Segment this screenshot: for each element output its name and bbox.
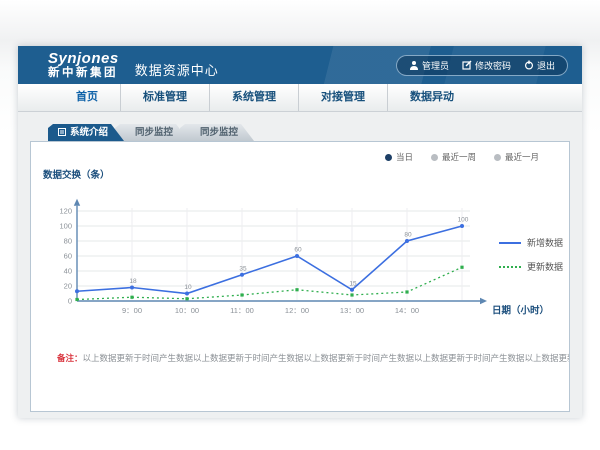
svg-text:10: 10 bbox=[184, 284, 192, 291]
nav-item-interface-mgmt[interactable]: 对接管理 bbox=[298, 84, 387, 111]
svg-text:60: 60 bbox=[64, 252, 72, 261]
radio-dot-icon bbox=[431, 154, 438, 161]
footnote: 备注：以上数据更新于时间产生数据以上数据更新于时间产生数据以上数据更新于时间产生… bbox=[31, 352, 569, 364]
svg-text:0: 0 bbox=[68, 297, 72, 306]
chart-legend: 新增数据 更新数据 bbox=[499, 236, 563, 273]
svg-text:80: 80 bbox=[64, 237, 72, 246]
legend-item-new-data[interactable]: 新增数据 bbox=[499, 236, 563, 249]
nav-item-system-mgmt[interactable]: 系统管理 bbox=[209, 84, 298, 111]
logo-text-en: Synjones bbox=[48, 51, 119, 66]
filter-last-week[interactable]: 最近一周 bbox=[431, 151, 476, 163]
tab-label: 系统介绍 bbox=[70, 127, 108, 138]
tab-sync-monitor-2[interactable]: 同步监控 bbox=[180, 124, 254, 141]
current-user-button[interactable]: 管理员 bbox=[409, 59, 449, 72]
nav-item-home[interactable]: 首页 bbox=[54, 84, 120, 111]
page-title: 数据资源中心 bbox=[135, 60, 219, 79]
nav-item-standard-mgmt[interactable]: 标准管理 bbox=[120, 84, 209, 111]
app-header: Synjones 新中新集团 数据资源中心 管理员 修改密码 退出 bbox=[18, 46, 582, 84]
main-nav: 首页 标准管理 系统管理 对接管理 数据异动 bbox=[18, 84, 582, 112]
filter-label: 最近一月 bbox=[505, 151, 539, 163]
svg-text:9：00: 9：00 bbox=[122, 306, 142, 315]
radio-dot-icon bbox=[385, 154, 392, 161]
content-area: 系统介绍 同步监控 同步监控 当日 最近一周 bbox=[18, 112, 582, 418]
filter-today[interactable]: 当日 bbox=[385, 151, 413, 163]
svg-text:15: 15 bbox=[349, 280, 357, 287]
svg-text:日期（小时）: 日期（小时） bbox=[492, 305, 549, 317]
change-password-button[interactable]: 修改密码 bbox=[462, 59, 511, 72]
power-icon bbox=[524, 60, 534, 70]
logout-button[interactable]: 退出 bbox=[524, 59, 555, 72]
line-swatch-icon bbox=[499, 242, 521, 244]
tab-label: 同步监控 bbox=[135, 127, 173, 138]
current-user-label: 管理员 bbox=[422, 59, 449, 72]
legend-item-update-data[interactable]: 更新数据 bbox=[499, 260, 563, 273]
legend-label: 新增数据 bbox=[527, 236, 563, 249]
tab-sync-monitor-1[interactable]: 同步监控 bbox=[115, 124, 189, 141]
dotted-line-swatch-icon bbox=[499, 266, 521, 268]
footnote-text: 以上数据更新于时间产生数据以上数据更新于时间产生数据以上数据更新于时间产生数据以… bbox=[83, 353, 569, 363]
exchange-line-chart: 0 20 40 60 80 100 120 9：00 10：00 11：00 12：00 13：00 1… bbox=[39, 165, 559, 337]
tab-label: 同步监控 bbox=[200, 127, 238, 138]
tab-system-intro[interactable]: 系统介绍 bbox=[48, 124, 124, 141]
filter-label: 当日 bbox=[396, 151, 413, 163]
svg-text:20: 20 bbox=[64, 282, 72, 291]
svg-text:80: 80 bbox=[404, 232, 412, 239]
chart-area: 0 20 40 60 80 100 120 9：00 10：00 11：00 12：00 13：00 1… bbox=[31, 165, 569, 342]
svg-text:60: 60 bbox=[294, 247, 302, 254]
svg-text:100: 100 bbox=[458, 217, 469, 224]
filter-last-month[interactable]: 最近一月 bbox=[494, 151, 539, 163]
svg-text:11：00: 11：00 bbox=[230, 306, 254, 315]
legend-label: 更新数据 bbox=[527, 260, 563, 273]
app-window: Synjones 新中新集团 数据资源中心 管理员 修改密码 退出 bbox=[18, 46, 582, 418]
svg-text:13：00: 13：00 bbox=[340, 306, 364, 315]
svg-text:100: 100 bbox=[59, 222, 72, 231]
user-icon bbox=[409, 60, 419, 70]
user-menu: 管理员 修改密码 退出 bbox=[396, 55, 568, 76]
document-icon bbox=[58, 128, 66, 136]
svg-text:10：00: 10：00 bbox=[175, 306, 199, 315]
filter-label: 最近一周 bbox=[442, 151, 476, 163]
logout-label: 退出 bbox=[537, 59, 555, 72]
svg-text:40: 40 bbox=[64, 267, 72, 276]
svg-text:14：00: 14：00 bbox=[395, 306, 419, 315]
chart-panel: 当日 最近一周 最近一月 0 20 40 60 80 100 120 9：00 10：00 11：… bbox=[30, 141, 570, 412]
nav-item-data-change[interactable]: 数据异动 bbox=[387, 84, 476, 111]
svg-text:35: 35 bbox=[239, 265, 247, 272]
edit-icon bbox=[462, 60, 472, 70]
svg-text:12：00: 12：00 bbox=[285, 306, 309, 315]
radio-dot-icon bbox=[494, 154, 501, 161]
time-range-filters: 当日 最近一周 最近一月 bbox=[31, 142, 569, 163]
company-logo: Synjones 新中新集团 bbox=[48, 51, 119, 80]
svg-text:数据交换（条）: 数据交换（条） bbox=[42, 169, 110, 181]
tab-bar: 系统介绍 同步监控 同步监控 bbox=[48, 124, 570, 141]
change-password-label: 修改密码 bbox=[475, 59, 511, 72]
svg-text:18: 18 bbox=[129, 278, 137, 285]
footnote-label: 备注： bbox=[57, 353, 83, 363]
logo-text-cn: 新中新集团 bbox=[48, 68, 119, 80]
svg-text:120: 120 bbox=[59, 207, 72, 216]
